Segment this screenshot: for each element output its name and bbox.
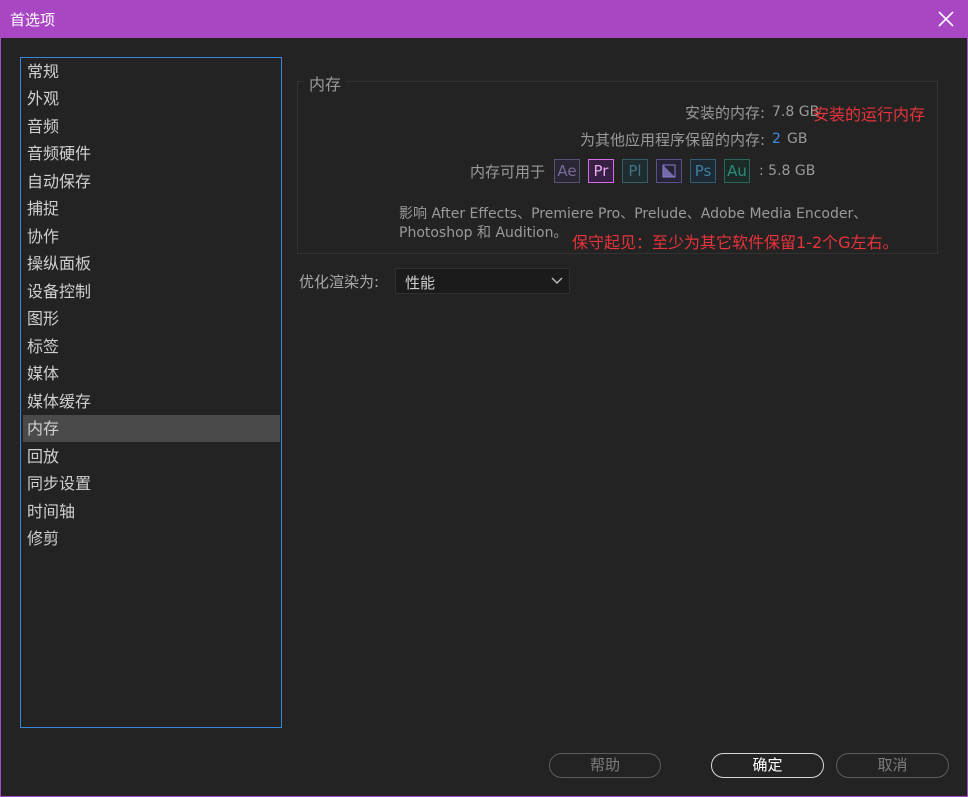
sidebar-item[interactable]: 常规 — [23, 58, 280, 85]
memory-available-label: 内存可用于 — [469, 163, 545, 181]
sidebar-item[interactable]: 音频硬件 — [23, 140, 280, 167]
close-button[interactable] — [934, 7, 958, 31]
app-au-icon[interactable]: Au — [724, 159, 750, 183]
app-media-encoder-icon[interactable] — [656, 159, 682, 183]
memory-note-line1: 影响 After Effects、Premiere Pro、Prelude、Ad… — [399, 206, 868, 222]
installed-memory-label: 安装的内存: — [684, 104, 765, 122]
sidebar-item[interactable]: 时间轴 — [23, 498, 280, 525]
app-ae-icon[interactable]: Ae — [554, 159, 580, 183]
sidebar-item[interactable]: 内存 — [23, 415, 280, 442]
sidebar-item[interactable]: 媒体缓存 — [23, 388, 280, 415]
app-pr-icon[interactable]: Pr — [588, 159, 614, 183]
memory-available-value: : 5.8 GB — [759, 163, 816, 179]
ok-button[interactable]: 确定 — [711, 753, 824, 778]
memory-note-line2: Photoshop 和 Audition。 — [399, 225, 568, 241]
preferences-category-list: 常规 外观 音频 音频硬件 自动保存 捕捉 协作 操纵面板 设备控制 图形 标签 媒体 媒体缓存 内存 回放… — [20, 57, 282, 728]
app-pl-icon[interactable]: Pl — [622, 159, 648, 183]
reserved-memory-unit: GB — [787, 131, 808, 147]
memory-note-annotation: 保守起见：至少为其它软件保留1-2个G左右。 — [572, 233, 899, 252]
sidebar-item[interactable]: 同步设置 — [23, 470, 280, 497]
reserved-memory-input[interactable]: 2 — [772, 131, 781, 147]
memory-group-title: 内存 — [304, 71, 347, 95]
close-icon — [938, 11, 954, 27]
optimize-render-value: 性能 — [405, 274, 436, 292]
sidebar-item[interactable]: 协作 — [23, 223, 280, 250]
optimize-render-select[interactable]: 性能 — [395, 268, 570, 294]
sidebar-item[interactable]: 媒体 — [23, 360, 280, 387]
sidebar-item[interactable]: 回放 — [23, 443, 280, 470]
optimize-render-label: 优化渲染为: — [299, 273, 380, 291]
app-ps-icon[interactable]: Ps — [690, 159, 716, 183]
title-bar: 首选项 — [0, 0, 968, 38]
installed-memory-annotation: 安装的运行内存 — [813, 105, 926, 124]
sidebar-item[interactable]: 图形 — [23, 305, 280, 332]
sidebar-item[interactable]: 音频 — [23, 113, 280, 140]
sidebar-item[interactable]: 标签 — [23, 333, 280, 360]
sidebar-item[interactable]: 操纵面板 — [23, 250, 280, 277]
cancel-button[interactable]: 取消 — [836, 753, 949, 778]
reserved-memory-label: 为其他应用程序保留的内存: — [579, 131, 765, 149]
sidebar-item[interactable]: 捕捉 — [23, 195, 280, 222]
window-title: 首选项 — [10, 11, 56, 29]
sidebar-item[interactable]: 外观 — [23, 85, 280, 112]
sidebar-item[interactable]: 自动保存 — [23, 168, 280, 195]
chevron-down-icon — [551, 277, 563, 284]
sidebar-item[interactable]: 设备控制 — [23, 278, 280, 305]
help-button[interactable]: 帮助 — [549, 753, 661, 778]
sidebar-item[interactable]: 修剪 — [23, 525, 280, 552]
